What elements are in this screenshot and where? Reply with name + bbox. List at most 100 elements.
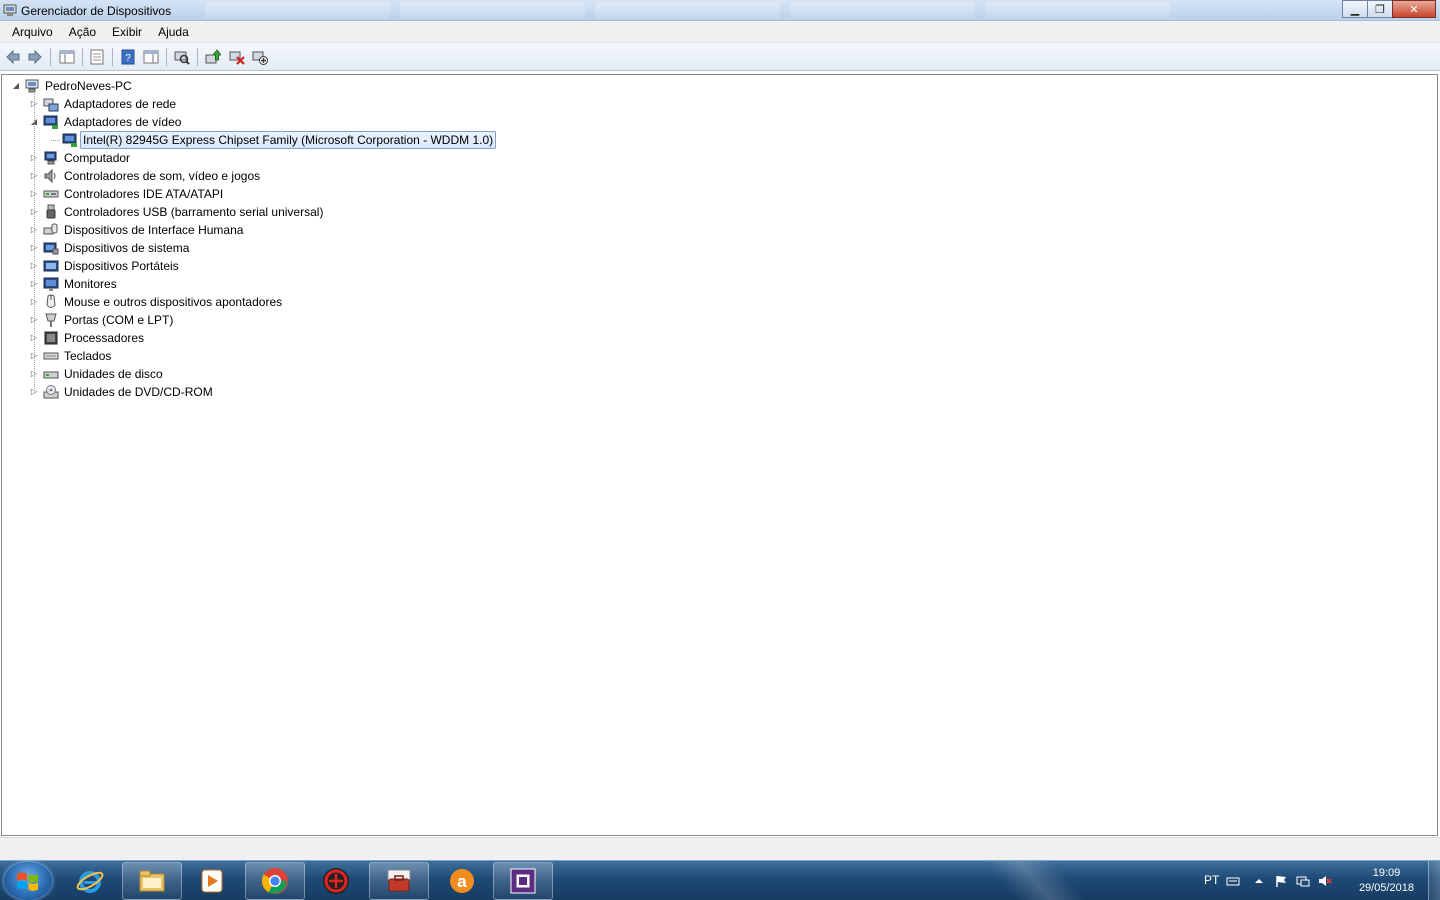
properties-icon[interactable] <box>88 48 106 66</box>
clock-date: 29/05/2018 <box>1358 882 1414 894</box>
tree-category-5[interactable]: Controladores USB (barramento serial uni… <box>62 204 325 220</box>
tree-category-8[interactable]: Dispositivos Portáteis <box>62 258 181 274</box>
show-desktop-button[interactable] <box>1428 861 1440 900</box>
taskbar-media-player[interactable] <box>182 862 242 900</box>
ide-controller-icon <box>43 186 59 202</box>
disable-device-icon[interactable] <box>251 48 269 66</box>
minimize-button[interactable]: ▁ <box>1342 0 1368 18</box>
port-icon <box>43 312 59 328</box>
taskbar: a PT 19:09 29/05/2018 <box>0 860 1440 900</box>
tree-category-2[interactable]: Computador <box>62 150 132 166</box>
computer-root-icon <box>24 78 40 94</box>
keyboard-icon <box>43 348 59 364</box>
menu-acao[interactable]: Ação <box>61 21 104 43</box>
tree-connector <box>51 140 60 141</box>
close-button[interactable]: ✕ <box>1392 0 1436 18</box>
taskbar-internet-explorer[interactable] <box>60 862 120 900</box>
tree-category-4[interactable]: Controladores IDE ATA/ATAPI <box>62 186 225 202</box>
keyboard-layout-icon[interactable] <box>1226 874 1240 888</box>
background-window-tab <box>595 2 780 19</box>
back-icon[interactable] <box>4 48 22 66</box>
taskbar-glare <box>983 861 1087 900</box>
maximize-button[interactable]: ❐ <box>1367 0 1393 18</box>
tree-category-7[interactable]: Dispositivos de sistema <box>62 240 191 256</box>
window-title: Gerenciador de Dispositivos <box>21 4 172 18</box>
tree-category-11[interactable]: Portas (COM e LPT) <box>62 312 175 328</box>
show-hidden-icons-icon[interactable] <box>1252 874 1266 888</box>
background-window-tab <box>790 2 975 19</box>
network-icon[interactable] <box>1296 874 1310 888</box>
background-window-tab <box>400 2 585 19</box>
toolbar-separator <box>197 48 198 66</box>
background-window-tab <box>205 2 390 19</box>
display-adapter-icon <box>43 114 59 130</box>
mouse-icon <box>43 294 59 310</box>
system-device-icon <box>43 240 59 256</box>
display-adapter-icon <box>62 132 78 148</box>
computer-icon <box>43 150 59 166</box>
media-player-icon <box>201 869 223 893</box>
toolbar: ? <box>0 43 1440 71</box>
taskbar-chrome[interactable] <box>245 862 305 900</box>
tree-category-10[interactable]: Mouse e outros dispositivos apontadores <box>62 294 284 310</box>
volume-muted-icon[interactable] <box>1318 874 1332 888</box>
device-tree[interactable]: ◢ PedroNeves-PC ▷ Adaptadores de rede ◢ Adapt… <box>1 74 1438 836</box>
toolbox-icon <box>387 869 411 892</box>
help-icon[interactable]: ? <box>119 48 137 66</box>
collapse-toggle-icon[interactable]: ◢ <box>12 82 20 90</box>
tree-category-15[interactable]: Unidades de DVD/CD-ROM <box>62 384 215 400</box>
disk-drive-icon <box>43 366 59 382</box>
menu-arquivo[interactable]: Arquivo <box>4 21 61 43</box>
tree-category-3[interactable]: Controladores de som, vídeo e jogos <box>62 168 262 184</box>
tree-root-computer[interactable]: PedroNeves-PC <box>43 78 134 94</box>
menu-bar: Arquivo Ação Exibir Ajuda <box>0 21 1440 43</box>
tree-device-1-0[interactable]: Intel(R) 82945G Express Chipset Family (… <box>80 131 497 149</box>
toolbar-separator <box>112 48 113 66</box>
scan-hardware-icon[interactable] <box>173 48 191 66</box>
processor-icon <box>43 330 59 346</box>
tree-category-0[interactable]: Adaptadores de rede <box>62 96 178 112</box>
window-controls: ▁ ❐ ✕ <box>1342 0 1436 19</box>
taskbar-malwarebytes[interactable] <box>306 862 366 900</box>
avast-icon: a <box>450 869 474 893</box>
forward-icon[interactable] <box>26 48 44 66</box>
tree-category-1[interactable]: Adaptadores de vídeo <box>62 114 183 130</box>
windows-logo-icon <box>17 872 38 891</box>
monitor-icon <box>43 276 59 292</box>
status-bar <box>0 837 1440 860</box>
action-center-flag-icon[interactable] <box>1274 874 1288 888</box>
device-manager-icon <box>510 868 536 894</box>
menu-exibir[interactable]: Exibir <box>104 21 150 43</box>
portable-device-icon <box>43 258 59 274</box>
taskbar-toolbox[interactable] <box>369 862 429 900</box>
tree-category-6[interactable]: Dispositivos de Interface Humana <box>62 222 245 238</box>
svg-text:a: a <box>457 872 467 891</box>
taskbar-file-explorer[interactable] <box>122 862 182 900</box>
expand-toggle-icon[interactable]: ▷ <box>30 388 38 396</box>
toolbar-separator <box>82 48 83 66</box>
language-indicator[interactable]: PT <box>1204 873 1219 887</box>
malwarebytes-icon <box>323 868 349 894</box>
usb-icon <box>43 204 59 220</box>
device-manager-icon <box>3 3 17 17</box>
tree-category-12[interactable]: Processadores <box>62 330 146 346</box>
tree-category-13[interactable]: Teclados <box>62 348 113 364</box>
speaker-icon <box>43 168 59 184</box>
dvd-drive-icon <box>43 384 59 400</box>
tree-category-14[interactable]: Unidades de disco <box>62 366 165 382</box>
tree-category-9[interactable]: Monitores <box>62 276 119 292</box>
start-button[interactable] <box>4 862 52 900</box>
tree-connector <box>34 91 35 389</box>
taskbar-avast[interactable]: a <box>432 862 492 900</box>
show-action-pane-icon[interactable] <box>142 48 160 66</box>
network-adapter-icon <box>43 96 59 112</box>
toolbar-separator <box>50 48 51 66</box>
show-hide-console-tree-icon[interactable] <box>58 48 76 66</box>
menu-ajuda[interactable]: Ajuda <box>150 21 197 43</box>
clock[interactable]: 19:09 29/05/2018 <box>1359 866 1414 896</box>
taskbar-device-manager[interactable] <box>493 862 553 900</box>
background-window-tab <box>985 2 1170 19</box>
update-driver-icon[interactable] <box>204 48 222 66</box>
clock-time: 19:09 <box>1372 867 1401 879</box>
uninstall-device-icon[interactable] <box>228 48 246 66</box>
